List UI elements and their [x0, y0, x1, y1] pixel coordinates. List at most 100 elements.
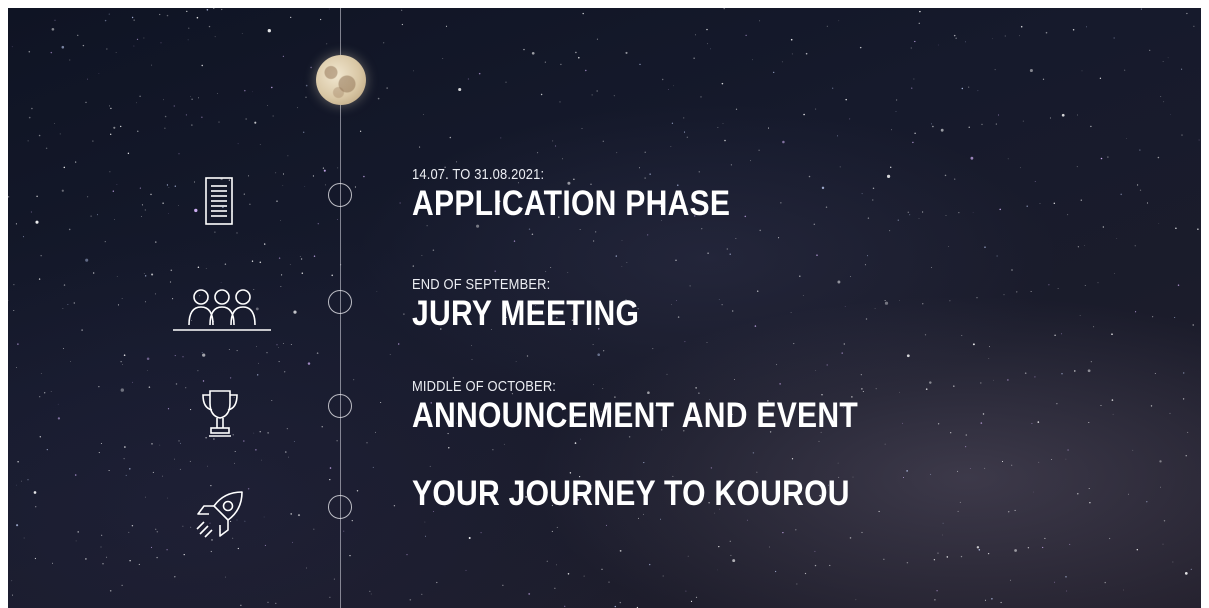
star [684, 341, 686, 343]
star [293, 441, 295, 442]
star [718, 545, 720, 548]
star [331, 274, 333, 277]
star [954, 178, 956, 180]
star [436, 581, 438, 584]
star [706, 342, 708, 343]
star [1057, 288, 1059, 290]
star [790, 312, 792, 314]
star [236, 350, 238, 352]
star [965, 434, 968, 436]
star [283, 343, 284, 344]
star [144, 209, 146, 211]
star [77, 34, 79, 36]
star [59, 133, 61, 135]
star [1016, 291, 1018, 293]
star [190, 96, 191, 98]
star [174, 355, 176, 357]
star [707, 252, 709, 255]
star [596, 38, 598, 40]
star [1027, 547, 1030, 549]
star [383, 42, 385, 44]
star [178, 440, 180, 442]
star [1140, 8, 1142, 10]
star [597, 353, 601, 357]
star [297, 107, 298, 109]
star [985, 599, 986, 601]
star [1137, 184, 1139, 186]
star [109, 171, 111, 173]
star [303, 131, 305, 133]
star [280, 286, 282, 287]
star [190, 409, 192, 411]
star [15, 223, 17, 225]
star [849, 118, 851, 120]
star [267, 29, 271, 33]
star [578, 56, 580, 59]
star [1198, 139, 1200, 141]
star [185, 387, 187, 389]
star [1045, 31, 1048, 34]
star [110, 107, 112, 110]
star [976, 546, 980, 549]
star [825, 206, 828, 208]
star [12, 594, 13, 596]
star [310, 66, 312, 69]
star [155, 241, 157, 243]
star [30, 211, 32, 213]
star [139, 95, 141, 97]
star [70, 360, 71, 362]
star [74, 474, 77, 476]
star [313, 255, 316, 257]
star [194, 208, 198, 213]
people-icon [171, 287, 273, 333]
star [583, 575, 585, 577]
star [984, 467, 986, 469]
star [31, 107, 33, 110]
star [1060, 333, 1063, 335]
star [337, 219, 338, 220]
star [168, 187, 170, 188]
star [85, 558, 87, 560]
star [205, 268, 207, 269]
star [701, 228, 703, 230]
star [245, 118, 247, 120]
star [1077, 114, 1078, 116]
star [950, 432, 952, 434]
star [160, 42, 162, 44]
star [46, 449, 48, 451]
star [884, 301, 889, 305]
star [608, 581, 610, 583]
star [672, 85, 674, 87]
star [34, 557, 36, 560]
star [502, 584, 504, 586]
star [290, 16, 292, 19]
star [154, 293, 157, 295]
star [112, 190, 114, 192]
star [1187, 431, 1189, 433]
star [258, 362, 259, 364]
star [68, 228, 71, 231]
star [1186, 12, 1188, 15]
star [752, 452, 755, 454]
star [891, 129, 893, 131]
star [910, 47, 912, 49]
star [372, 466, 374, 468]
star [690, 600, 693, 602]
star [1034, 181, 1036, 182]
star [934, 599, 936, 601]
star [585, 69, 587, 72]
star [148, 386, 151, 388]
star [166, 14, 169, 17]
star [201, 64, 203, 67]
star [1152, 316, 1154, 318]
star [732, 310, 734, 312]
star [276, 344, 278, 346]
star [716, 569, 718, 571]
star [1107, 156, 1109, 158]
star [886, 174, 891, 179]
star [349, 554, 351, 557]
star [319, 18, 322, 21]
star [187, 39, 189, 41]
star [526, 355, 529, 357]
star [369, 590, 371, 593]
